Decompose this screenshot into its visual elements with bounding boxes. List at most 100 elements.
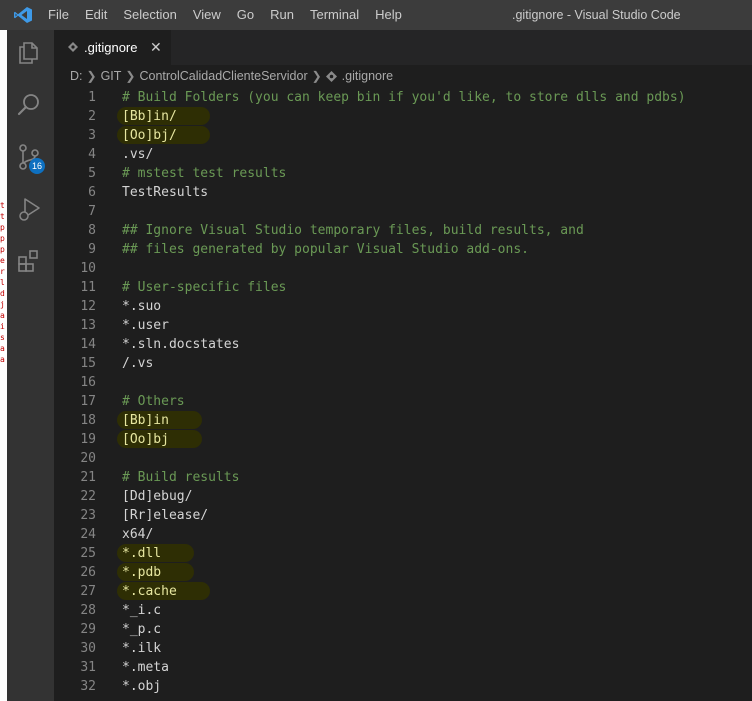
tab-close-icon[interactable]: ✕ — [150, 39, 162, 56]
code-line[interactable]: 9 ## files generated by popular Visual St… — [54, 240, 752, 259]
code-text: *.pdb — [122, 565, 162, 580]
edge-glyphs: t t p p p e r l d j a i s a a — [0, 201, 5, 364]
line-number: 8 — [88, 223, 96, 238]
line-number: 11 — [80, 280, 96, 295]
code-line[interactable]: 3 [Oo]bj/ — [54, 126, 752, 145]
scm-badge: 16 — [29, 158, 45, 174]
menu-edit[interactable]: Edit — [77, 0, 115, 30]
left-edge-strip — [0, 30, 7, 701]
code-text: [Oo]bj — [122, 432, 169, 447]
code-text: .vs/ — [122, 147, 154, 162]
extensions-icon[interactable] — [15, 247, 43, 275]
line-number: 12 — [80, 299, 96, 314]
comment-text: # Build Folders (you can keep bin if you… — [122, 90, 686, 105]
chevron-right-icon: ❯ — [311, 69, 322, 83]
line-number: 10 — [80, 261, 96, 276]
code-line[interactable]: 11 # User-specific files — [54, 278, 752, 297]
menu-run[interactable]: Run — [262, 0, 302, 30]
breadcrumb: D: ❯ GIT ❯ ControlCalidadClienteServidor… — [70, 66, 393, 86]
code-line[interactable]: 27 *.cache — [54, 582, 752, 601]
code-text: *.obj — [122, 679, 162, 694]
line-number: 14 — [80, 337, 96, 352]
code-text: [Dd]ebug/ — [122, 489, 193, 504]
code-text: *.suo — [122, 299, 162, 314]
tab-gitignore[interactable]: .gitignore ✕ — [54, 30, 171, 65]
code-text: TestResults — [122, 185, 209, 200]
code-line[interactable]: 15 /.vs — [54, 354, 752, 373]
code-line[interactable]: 21 # Build results — [54, 468, 752, 487]
code-text: *.sln.docstates — [122, 337, 240, 352]
code-text: /.vs — [122, 356, 154, 371]
code-line[interactable]: 28 *_i.c — [54, 601, 752, 620]
code-text: [Bb]in/ — [122, 109, 177, 124]
code-line[interactable]: 2 [Bb]in/ — [54, 107, 752, 126]
code-line[interactable]: 19 [Oo]bj — [54, 430, 752, 449]
line-number: 25 — [80, 546, 96, 561]
breadcrumb-file[interactable]: .gitignore — [342, 69, 393, 83]
line-number: 23 — [80, 508, 96, 523]
code-text: *.meta — [122, 660, 169, 675]
code-text: x64/ — [122, 527, 154, 542]
code-line[interactable]: 4 .vs/ — [54, 145, 752, 164]
code-text: *.cache — [122, 584, 177, 599]
line-number: 18 — [80, 413, 96, 428]
code-text: [Rr]elease/ — [122, 508, 209, 523]
menu-file[interactable]: File — [40, 0, 77, 30]
menu-view[interactable]: View — [185, 0, 229, 30]
line-number: 1 — [88, 90, 96, 105]
line-number: 27 — [80, 584, 96, 599]
code-line[interactable]: 1 # Build Folders (you can keep bin if yo… — [54, 88, 752, 107]
line-number: 30 — [80, 641, 96, 656]
line-number: 5 — [88, 166, 96, 181]
comment-text: # User-specific files — [122, 280, 287, 295]
code-line[interactable]: 25 *.dll — [54, 544, 752, 563]
code-line[interactable]: 7 — [54, 202, 752, 221]
code-line[interactable]: 20 — [54, 449, 752, 468]
comment-text: ## Ignore Visual Studio temporary files,… — [122, 223, 584, 238]
line-number: 24 — [80, 527, 96, 542]
code-line[interactable]: 14 *.sln.docstates — [54, 335, 752, 354]
code-line[interactable]: 8 ## Ignore Visual Studio temporary files… — [54, 221, 752, 240]
search-icon[interactable] — [15, 91, 43, 119]
comment-text: # mstest test results — [122, 166, 287, 181]
code-line[interactable]: 23 [Rr]elease/ — [54, 506, 752, 525]
breadcrumb-folder-project[interactable]: ControlCalidadClienteServidor — [139, 69, 307, 83]
code-line[interactable]: 32 *.obj — [54, 677, 752, 696]
code-line[interactable]: 30 *.ilk — [54, 639, 752, 658]
breadcrumb-drive[interactable]: D: — [70, 69, 83, 83]
line-number: 17 — [80, 394, 96, 409]
code-line[interactable]: 6 TestResults — [54, 183, 752, 202]
code-line[interactable]: 5 # mstest test results — [54, 164, 752, 183]
code-line[interactable]: 18 [Bb]in — [54, 411, 752, 430]
line-number: 26 — [80, 565, 96, 580]
code-line[interactable]: 13 *.user — [54, 316, 752, 335]
line-number: 2 — [88, 109, 96, 124]
breadcrumb-folder-git[interactable]: GIT — [101, 69, 122, 83]
code-editor[interactable]: 1 # Build Folders (you can keep bin if yo… — [54, 86, 752, 701]
code-line[interactable]: 29 *_p.c — [54, 620, 752, 639]
window-title: .gitignore - Visual Studio Code — [512, 8, 681, 22]
code-line[interactable]: 26 *.pdb — [54, 563, 752, 582]
menu-selection[interactable]: Selection — [115, 0, 184, 30]
menu-help[interactable]: Help — [367, 0, 410, 30]
menu-go[interactable]: Go — [229, 0, 262, 30]
code-line[interactable]: 31 *.meta — [54, 658, 752, 677]
menu-terminal[interactable]: Terminal — [302, 0, 367, 30]
code-line[interactable]: 12 *.suo — [54, 297, 752, 316]
line-number: 15 — [80, 356, 96, 371]
code-line[interactable]: 16 — [54, 373, 752, 392]
comment-text: # Build results — [122, 470, 240, 485]
code-text: [Bb]in — [122, 413, 169, 428]
explorer-icon[interactable] — [15, 38, 43, 66]
line-number: 32 — [80, 679, 96, 694]
run-debug-icon[interactable] — [15, 195, 43, 223]
line-number: 20 — [80, 451, 96, 466]
code-line[interactable]: 17 # Others — [54, 392, 752, 411]
code-line[interactable]: 24 x64/ — [54, 525, 752, 544]
code-line[interactable]: 10 — [54, 259, 752, 278]
line-number: 29 — [80, 622, 96, 637]
line-number: 7 — [88, 204, 96, 219]
comment-text: # Others — [122, 394, 185, 409]
line-number: 19 — [80, 432, 96, 447]
code-line[interactable]: 22 [Dd]ebug/ — [54, 487, 752, 506]
